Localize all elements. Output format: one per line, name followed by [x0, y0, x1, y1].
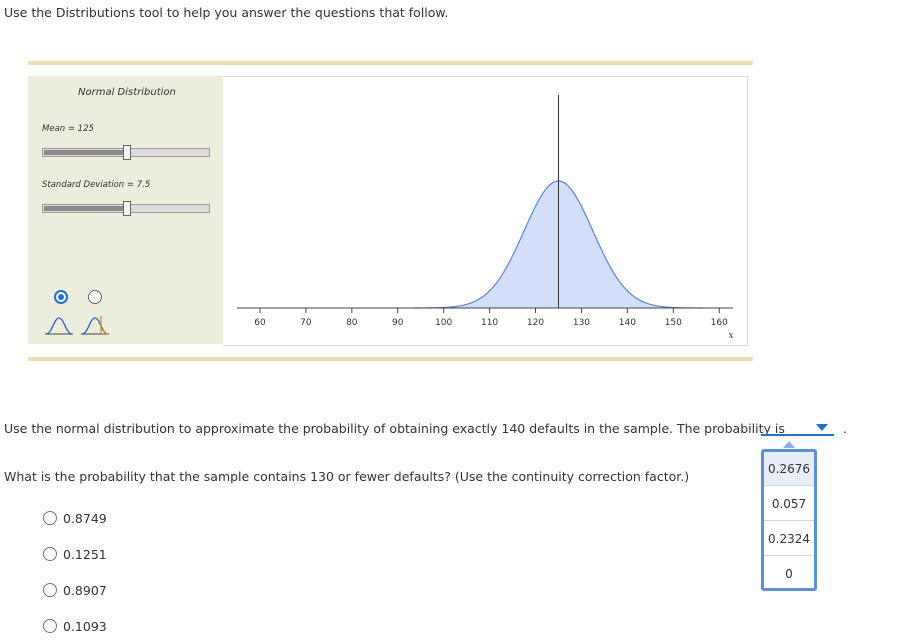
choice-label[interactable]: 0.1251: [63, 547, 107, 562]
x-tick-label: 100: [435, 318, 452, 328]
choice-radio[interactable]: [43, 511, 57, 525]
x-tick-label: 90: [392, 318, 404, 328]
mode-radio-density[interactable]: [54, 290, 68, 304]
choice-radio[interactable]: [43, 583, 57, 597]
sd-slider-fill: [44, 206, 123, 211]
density-curve-icon[interactable]: [44, 314, 74, 336]
dropdown-option[interactable]: 0.057: [764, 487, 814, 521]
dropdown-list: 0.2676 0.057 0.2324 0: [761, 449, 817, 591]
question2-text: What is the probability that the sample …: [4, 469, 690, 484]
dropdown-option[interactable]: 0: [764, 557, 814, 591]
mode-radio-cumulative[interactable]: [88, 290, 102, 304]
x-tick-label: 120: [527, 318, 544, 328]
choice-radio[interactable]: [43, 619, 57, 633]
x-tick-label: 80: [346, 318, 358, 328]
tool-top-rule: [28, 61, 753, 65]
cumulative-curve-icon[interactable]: [80, 314, 110, 336]
choice-label[interactable]: 0.8907: [63, 583, 107, 598]
mean-slider-thumb[interactable]: [123, 145, 131, 160]
sd-slider[interactable]: [42, 201, 210, 216]
mean-slider-fill: [44, 150, 123, 155]
choice-label[interactable]: 0.1093: [63, 619, 107, 634]
sd-slider-thumb[interactable]: [123, 201, 131, 216]
choice-radio[interactable]: [43, 547, 57, 561]
mean-label: Mean = 125: [42, 124, 94, 134]
dropdown-caret-icon: [783, 441, 795, 448]
question1-period: .: [843, 421, 847, 436]
x-axis-label: x: [728, 331, 733, 341]
sd-label: Standard Deviation = 7.5: [42, 180, 151, 190]
x-tick-label: 130: [573, 318, 590, 328]
x-tick-label: 60: [254, 318, 266, 328]
instruction-text: Use the Distributions tool to help you a…: [4, 5, 449, 20]
tool-bottom-rule: [28, 357, 753, 361]
x-tick-label: 70: [300, 318, 312, 328]
probability-dropdown[interactable]: [761, 434, 834, 436]
question1-text: Use the normal distribution to approxima…: [4, 421, 785, 436]
x-tick-label: 110: [481, 318, 498, 328]
panel-title: Normal Distribution: [78, 87, 176, 98]
dropdown-option[interactable]: 0.2676: [764, 452, 814, 486]
x-tick-label: 160: [711, 318, 728, 328]
x-tick-label: 140: [619, 318, 636, 328]
dropdown-option[interactable]: 0.2324: [764, 522, 814, 556]
dropdown-arrow-icon[interactable]: [816, 424, 828, 431]
choice-label[interactable]: 0.8749: [63, 511, 107, 526]
normal-distribution-plot: 60 70 80 90 100 110 120 130 140 150 160x: [237, 95, 734, 341]
x-tick-label: 150: [665, 318, 682, 328]
mean-slider[interactable]: [42, 145, 210, 160]
